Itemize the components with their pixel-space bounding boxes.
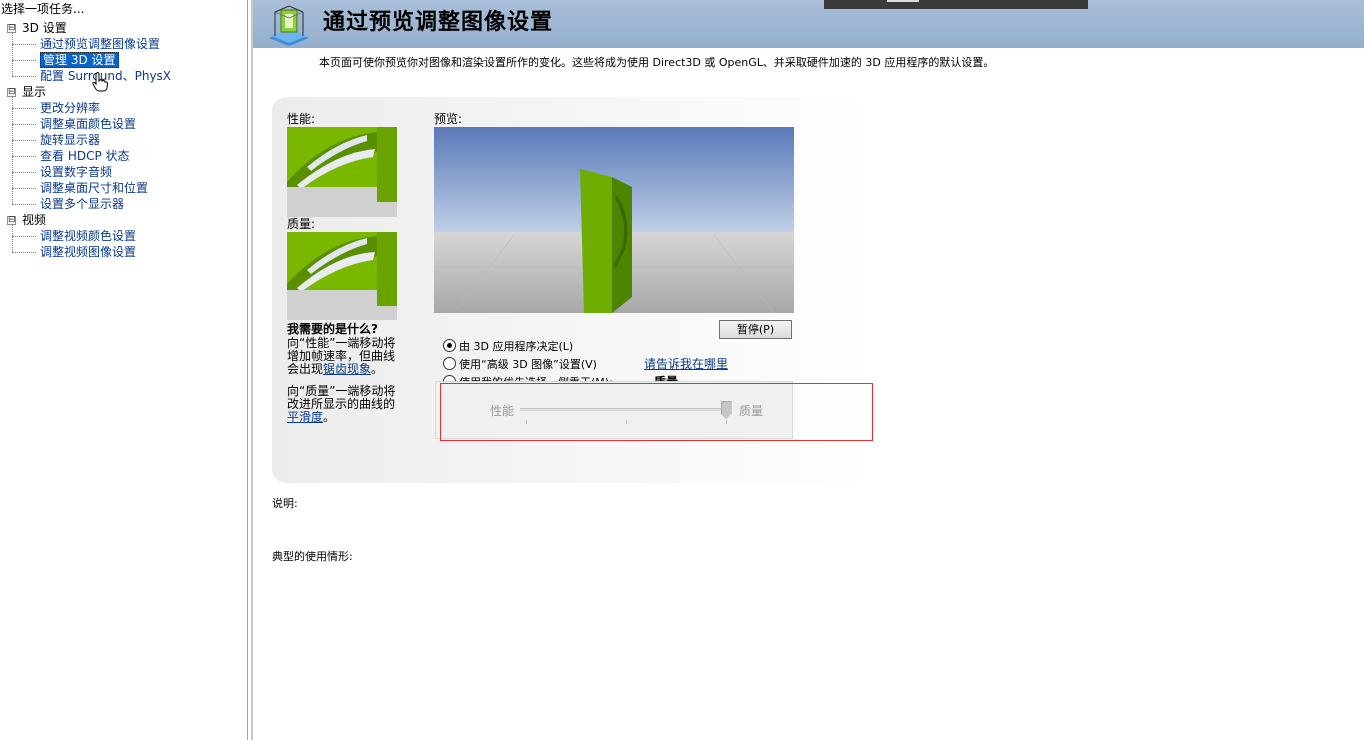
3d-preview-viewport bbox=[434, 127, 794, 313]
performance-thumbnail bbox=[287, 127, 397, 217]
highlight-box bbox=[440, 383, 873, 441]
smoothness-link[interactable]: 平滑度 bbox=[287, 410, 323, 424]
tree-group-video: ⊟ 视频 调整视频颜色设置 调整视频图像设置 bbox=[0, 212, 246, 260]
tree-category-label: 显示 bbox=[22, 85, 47, 99]
tree-item-hdcp-status[interactable]: 查看 HDCP 状态 bbox=[0, 148, 246, 164]
help-performance-text: 向“性能”一端移动将增加帧速率，但曲线会出现锯齿现象。 bbox=[287, 336, 396, 376]
tree-group-3d: ⊟ 3D 设置 通过预览调整图像设置 管理 3D 设置 配置 Surround、… bbox=[0, 20, 246, 84]
task-tree: ⊟ 3D 设置 通过预览调整图像设置 管理 3D 设置 配置 Surround、… bbox=[0, 20, 246, 260]
tree-category-label: 视频 bbox=[22, 213, 47, 227]
radio-app-controlled[interactable]: 由 3D 应用程序决定(L) bbox=[443, 339, 573, 355]
page-header: 通过预览调整图像设置 bbox=[253, 0, 1364, 48]
where-is-it-link[interactable]: 请告诉我在哪里 bbox=[644, 355, 728, 372]
page-title: 通过预览调整图像设置 bbox=[323, 9, 554, 35]
quality-thumbnail bbox=[287, 232, 397, 320]
radio-button[interactable] bbox=[443, 357, 456, 370]
radio-advanced-3d-settings[interactable]: 使用“高级 3D 图像”设置(V) bbox=[443, 357, 597, 373]
description-label: 说明: bbox=[272, 497, 298, 510]
task-pane-title: 选择一项任务... bbox=[1, 2, 85, 16]
hand-cursor-icon bbox=[92, 72, 108, 92]
page-intro-text: 本页面可使你预览你对图像和渲染设置所作的变化。这些将成为使用 Direct3D … bbox=[319, 56, 995, 69]
tree-item-desktop-size-position[interactable]: 调整桌面尺寸和位置 bbox=[0, 180, 246, 196]
tree-group-display: ⊟ 显示 更改分辨率 调整桌面颜色设置 旋转显示器 查看 HDCP 状态 设置数… bbox=[0, 84, 246, 212]
tree-category-3d-settings[interactable]: ⊟ 3D 设置 bbox=[0, 20, 246, 36]
typical-usage-label: 典型的使用情形: bbox=[272, 550, 353, 563]
floating-toolbar bbox=[824, 0, 1088, 9]
tree-item-desktop-color[interactable]: 调整桌面颜色设置 bbox=[0, 116, 246, 132]
tree-category-video[interactable]: ⊟ 视频 bbox=[0, 212, 246, 228]
tree-item-video-color[interactable]: 调整视频颜色设置 bbox=[0, 228, 246, 244]
pause-button[interactable]: 暂停(P) bbox=[719, 320, 792, 339]
tree-item-video-image[interactable]: 调整视频图像设置 bbox=[0, 244, 246, 260]
tree-item-change-resolution[interactable]: 更改分辨率 bbox=[0, 100, 246, 116]
tree-category-label: 3D 设置 bbox=[22, 21, 67, 35]
tree-item-digital-audio[interactable]: 设置数字音频 bbox=[0, 164, 246, 180]
tree-item-adjust-image-preview[interactable]: 通过预览调整图像设置 bbox=[0, 36, 246, 52]
quality-label: 质量: bbox=[287, 217, 316, 231]
tree-item-multiple-displays[interactable]: 设置多个显示器 bbox=[0, 196, 246, 212]
tree-item-manage-3d-settings[interactable]: 管理 3D 设置 bbox=[0, 52, 246, 68]
tree-category-display[interactable]: ⊟ 显示 bbox=[0, 84, 246, 100]
preview-label: 预览: bbox=[434, 112, 463, 126]
content-pane: 通过预览调整图像设置 本页面可使你预览你对图像和渲染设置所作的变化。这些将成为使… bbox=[251, 0, 1364, 740]
tree-item-configure-surround-physx[interactable]: 配置 Surround、PhysX bbox=[0, 68, 246, 84]
aliasing-link[interactable]: 锯齿现象 bbox=[323, 362, 371, 376]
3d-settings-icon bbox=[269, 5, 309, 46]
help-quality-text: 向“质量”一端移动将改进所显示的曲线的平滑度。 bbox=[287, 384, 396, 424]
tree-item-rotate-display[interactable]: 旋转显示器 bbox=[0, 132, 246, 148]
task-pane: 选择一项任务... ⊟ 3D 设置 通过预览调整图像设置 管理 3D 设置 配置… bbox=[0, 0, 248, 740]
performance-label: 性能: bbox=[287, 112, 316, 126]
help-heading: 我需要的是什么? bbox=[287, 322, 378, 336]
radio-button[interactable] bbox=[443, 339, 456, 352]
